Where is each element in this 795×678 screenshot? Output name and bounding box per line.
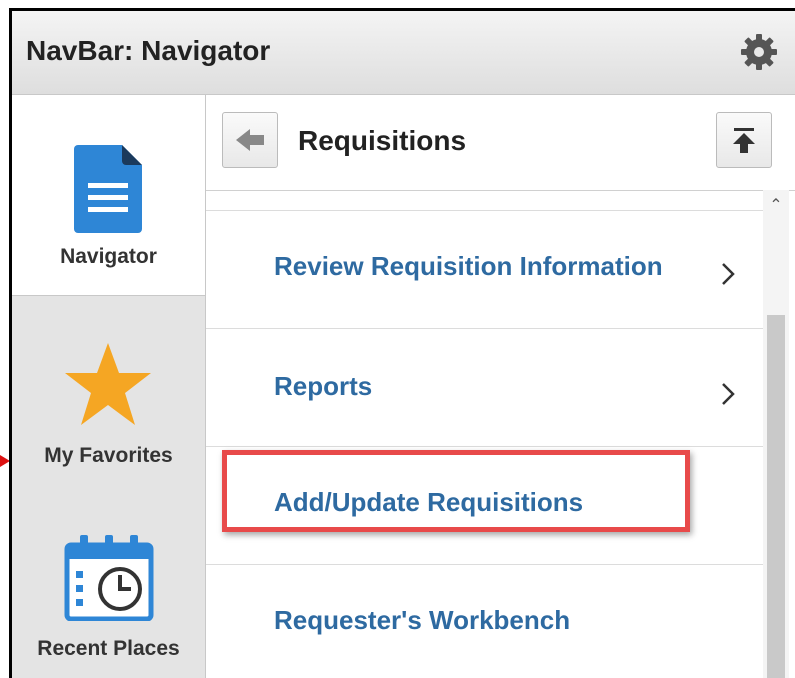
scroll-to-top-button[interactable] (716, 112, 772, 168)
sidebar-item-label: My Favorites (44, 444, 173, 467)
navigator-panel: Requisitions Review Requisition Informat… (206, 95, 795, 678)
scrollbar[interactable] (763, 190, 789, 678)
panel-header: Requisitions (206, 95, 795, 191)
list-item-label: Reports (274, 371, 373, 401)
calendar-clock-icon (64, 535, 154, 621)
list-item-partial (206, 191, 763, 211)
list-item-review-requisition-information[interactable]: Review Requisition Information (206, 211, 763, 329)
chevron-right-icon (722, 383, 735, 405)
scrollbar-thumb[interactable] (767, 315, 785, 678)
sidebar-item-navigator[interactable]: Navigator (12, 95, 205, 296)
navbar-sidebar: Navigator My Favorites Recent Places (12, 95, 206, 678)
scroll-up-icon[interactable]: ⌃ (763, 195, 789, 215)
list-item-label: Requester's Workbench (274, 605, 571, 635)
navbar-window: NavBar: Navigator Navigator My Favorites… (9, 8, 795, 678)
scroll-to-top-icon (733, 128, 755, 153)
sidebar-item-my-favorites[interactable]: My Favorites (12, 296, 205, 486)
back-button[interactable] (222, 112, 278, 168)
document-icon (74, 145, 142, 233)
list-item-reports[interactable]: Reports (206, 329, 763, 447)
list-item-label: Review Requisition Information (274, 251, 663, 281)
page-title: Requisitions (298, 125, 467, 156)
list-item-requesters-workbench[interactable]: Requester's Workbench (206, 565, 763, 678)
star-icon (65, 343, 151, 425)
back-arrow-icon (236, 129, 264, 151)
sidebar-item-recent-places[interactable]: Recent Places (12, 487, 205, 678)
sidebar-item-label: Navigator (60, 245, 157, 268)
navbar-header: NavBar: Navigator (12, 11, 795, 95)
chevron-right-icon (722, 263, 735, 285)
navbar-title: NavBar: Navigator (26, 35, 271, 66)
gear-icon[interactable] (740, 33, 778, 71)
sidebar-item-label: Recent Places (37, 637, 180, 660)
highlight-box (222, 450, 690, 532)
